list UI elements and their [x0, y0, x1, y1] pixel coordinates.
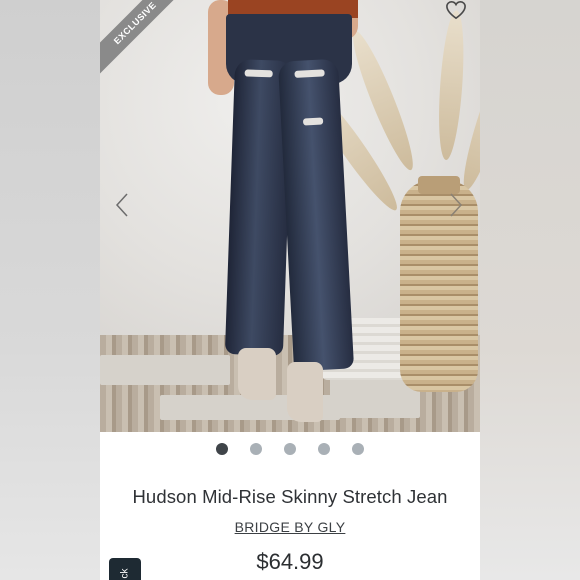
image-rip [294, 69, 325, 78]
product-image[interactable]: EXCLUSIVE [100, 0, 480, 432]
carousel-dots [100, 443, 480, 457]
carousel-dot[interactable] [318, 443, 330, 455]
image-stone [100, 355, 230, 385]
heart-outline-icon[interactable] [442, 0, 470, 24]
carousel-dot[interactable] [284, 443, 296, 455]
image-boot [287, 362, 323, 422]
product-card: EXCLUSIVE Hudson Mid-Rise Skinny Stretch… [100, 0, 480, 580]
image-boot [238, 348, 276, 400]
carousel-dot[interactable] [352, 443, 364, 455]
product-title: Hudson Mid-Rise Skinny Stretch Jean [132, 486, 448, 507]
background-left [0, 0, 100, 580]
chevron-right-icon[interactable] [444, 190, 468, 220]
carousel-dot[interactable] [216, 443, 228, 455]
product-price: $64.99 [256, 549, 324, 574]
image-rip [244, 69, 273, 78]
feedback-tab-label: ck [119, 568, 131, 578]
carousel-dot[interactable] [250, 443, 262, 455]
feedback-tab[interactable]: ck [109, 558, 141, 580]
chevron-left-icon[interactable] [110, 190, 134, 220]
brand-link[interactable]: BRIDGE BY GLY [100, 519, 480, 535]
image-rip [302, 117, 324, 126]
background-right [480, 0, 580, 580]
